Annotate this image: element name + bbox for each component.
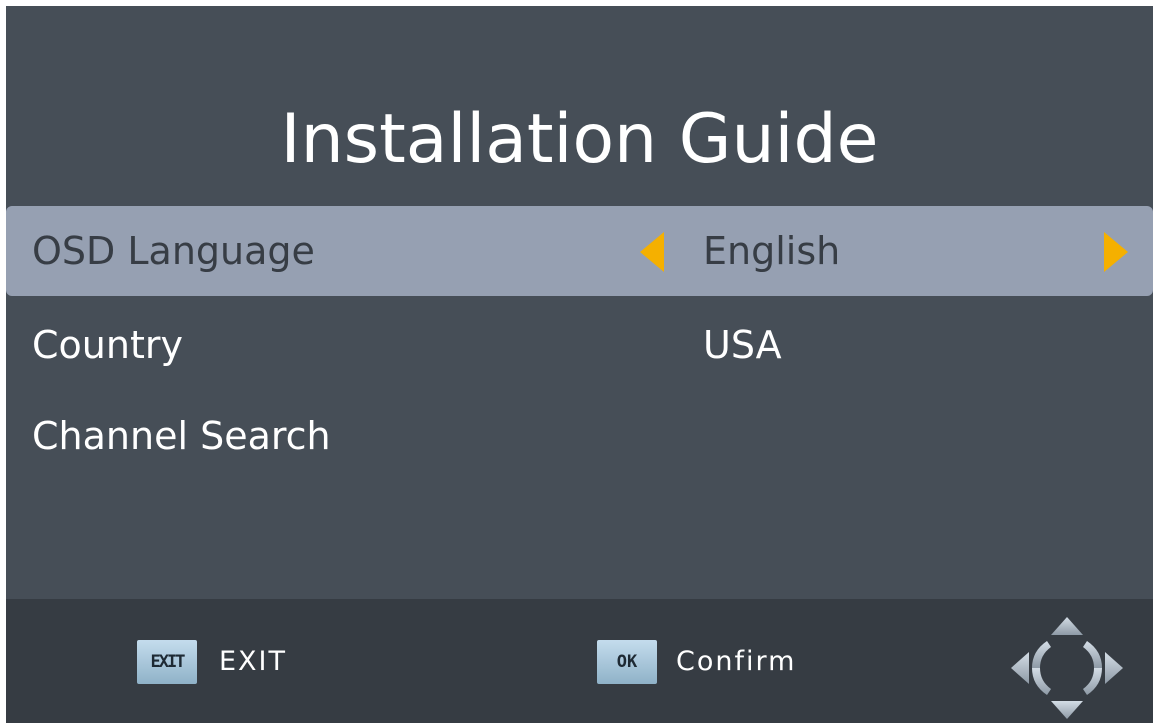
osd-language-value: English bbox=[703, 229, 841, 273]
menu-item-label: OSD Language bbox=[32, 229, 315, 273]
menu-item-label: Channel Search bbox=[32, 414, 331, 458]
confirm-label: Confirm bbox=[676, 646, 797, 677]
arrow-left-icon[interactable] bbox=[640, 232, 664, 272]
menu-item-country[interactable]: Country USA bbox=[6, 300, 1153, 390]
ok-key-icon[interactable]: OK bbox=[597, 640, 657, 684]
menu-item-channel-search[interactable]: Channel Search bbox=[6, 391, 1153, 481]
exit-label: EXIT bbox=[219, 646, 288, 677]
country-value: USA bbox=[703, 323, 782, 367]
page-title: Installation Guide bbox=[280, 100, 879, 179]
menu-item-osd-language[interactable]: OSD Language English bbox=[6, 206, 1153, 296]
arrow-right-icon[interactable] bbox=[1104, 232, 1128, 272]
exit-key-icon[interactable]: EXIT bbox=[137, 640, 197, 684]
footer-bar: EXIT EXIT OK Confirm bbox=[6, 599, 1153, 723]
dpad-navigation-icon bbox=[1011, 617, 1123, 719]
tv-screen: Installation Guide OSD Language English … bbox=[6, 6, 1153, 723]
menu-item-label: Country bbox=[32, 323, 183, 367]
